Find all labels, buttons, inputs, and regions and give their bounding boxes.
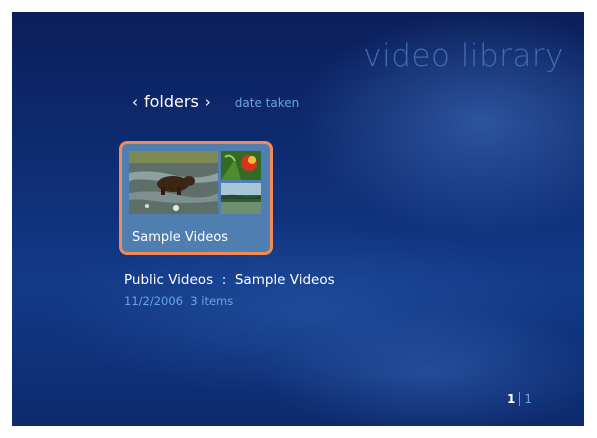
- folder-date: 11/2/2006: [124, 294, 183, 308]
- video-thumbnail-flower: [221, 151, 261, 180]
- video-thumbnail-bear: [129, 151, 218, 214]
- chevron-left-icon[interactable]: ‹: [132, 93, 138, 111]
- view-label-folders: folders: [144, 92, 199, 111]
- view-option-folders[interactable]: ‹ folders ›: [126, 92, 217, 111]
- media-center-screen: video library ‹ folders › date taken Sam…: [12, 12, 584, 426]
- page-title: video library: [363, 38, 564, 74]
- view-option-date-taken[interactable]: date taken: [235, 96, 299, 110]
- view-switcher: ‹ folders › date taken: [126, 92, 299, 111]
- path-folder: Public Videos: [124, 272, 214, 288]
- video-thumbnail-landscape: [221, 183, 261, 214]
- folder-metadata: 11/2/2006 3 items: [124, 294, 233, 308]
- folder-tile-label: Sample Videos: [132, 230, 229, 245]
- path-subfolder: Sample Videos: [234, 272, 335, 288]
- total-pages: 1: [524, 392, 532, 406]
- current-page: 1: [507, 392, 516, 406]
- page-indicator: 1 1: [507, 392, 532, 406]
- folder-item-count: 3 items: [190, 294, 234, 308]
- page-divider: [519, 392, 521, 406]
- chevron-right-icon[interactable]: ›: [205, 93, 211, 111]
- folder-path: Public Videos : Sample Videos: [124, 272, 335, 288]
- folder-tile-sample-videos[interactable]: Sample Videos: [119, 141, 273, 255]
